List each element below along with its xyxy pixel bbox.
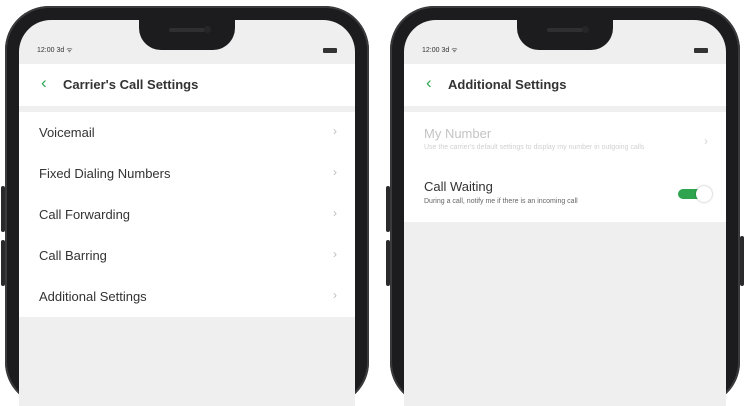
phone-right: 12:00 3d ᯤ ‹ Additional Settings My Numb…: [386, 6, 744, 406]
list-item-fixed-dialing-numbers[interactable]: Fixed Dialing Numbers ›: [19, 153, 355, 194]
status-time: 12:00 3d ᯤ: [37, 47, 73, 54]
front-camera: [582, 26, 589, 33]
settings-list: My Number Use the carrier's default sett…: [404, 112, 726, 222]
list-item-additional-settings[interactable]: Additional Settings ›: [19, 276, 355, 317]
call-waiting-description: During a call, notify me if there is an …: [424, 198, 578, 205]
list-item-label: Call Forwarding: [39, 207, 131, 222]
chevron-right-icon: ›: [333, 288, 337, 302]
volume-button: [1, 240, 5, 286]
front-camera: [204, 26, 211, 33]
call-waiting-setting[interactable]: Call Waiting During a call, notify me if…: [404, 170, 726, 222]
speaker: [547, 28, 583, 32]
list-item-label: Voicemail: [39, 125, 95, 140]
back-chevron-icon[interactable]: ‹: [426, 74, 432, 91]
chevron-right-icon: ›: [333, 206, 337, 220]
my-number-description: Use the carrier's default settings to di…: [424, 144, 645, 151]
app-bar: ‹ Additional Settings: [404, 64, 726, 106]
page-title: Additional Settings: [448, 77, 567, 92]
volume-button: [1, 186, 5, 232]
status-bar: 12:00 3d ᯤ: [422, 46, 708, 58]
battery-icon: [694, 48, 708, 53]
status-time: 12:00 3d ᯤ: [422, 47, 458, 54]
list-item-call-barring[interactable]: Call Barring ›: [19, 235, 355, 276]
chevron-right-icon: ›: [333, 247, 337, 261]
list-item-label: Fixed Dialing Numbers: [39, 166, 171, 181]
battery-icon: [323, 48, 337, 53]
list-item-label: Call Barring: [39, 248, 107, 263]
settings-list: Voicemail › Fixed Dialing Numbers › Call…: [19, 112, 355, 317]
call-waiting-toggle[interactable]: [678, 186, 712, 202]
chevron-right-icon: ›: [333, 165, 337, 179]
my-number-label: My Number: [424, 126, 492, 141]
screen-carrier-call-settings: 12:00 3d ᯤ ‹ Carrier's Call Settings Voi…: [19, 20, 355, 406]
call-waiting-label: Call Waiting: [424, 179, 493, 194]
power-button: [740, 236, 744, 286]
list-item-call-forwarding[interactable]: Call Forwarding ›: [19, 194, 355, 235]
screen-additional-settings: 12:00 3d ᯤ ‹ Additional Settings My Numb…: [404, 20, 726, 406]
toggle-knob: [696, 186, 712, 202]
back-chevron-icon[interactable]: ‹: [41, 74, 47, 91]
app-bar: ‹ Carrier's Call Settings: [19, 64, 355, 106]
list-item-label: Additional Settings: [39, 289, 147, 304]
volume-button: [386, 186, 390, 232]
volume-button: [386, 240, 390, 286]
status-bar: 12:00 3d ᯤ: [37, 46, 337, 58]
speaker: [169, 28, 205, 32]
list-item-voicemail[interactable]: Voicemail ›: [19, 112, 355, 153]
chevron-right-icon: ›: [704, 134, 708, 148]
chevron-right-icon: ›: [333, 124, 337, 138]
phone-left: 12:00 3d ᯤ ‹ Carrier's Call Settings Voi…: [1, 6, 369, 406]
my-number-setting: My Number Use the carrier's default sett…: [404, 112, 726, 170]
page-title: Carrier's Call Settings: [63, 77, 199, 92]
